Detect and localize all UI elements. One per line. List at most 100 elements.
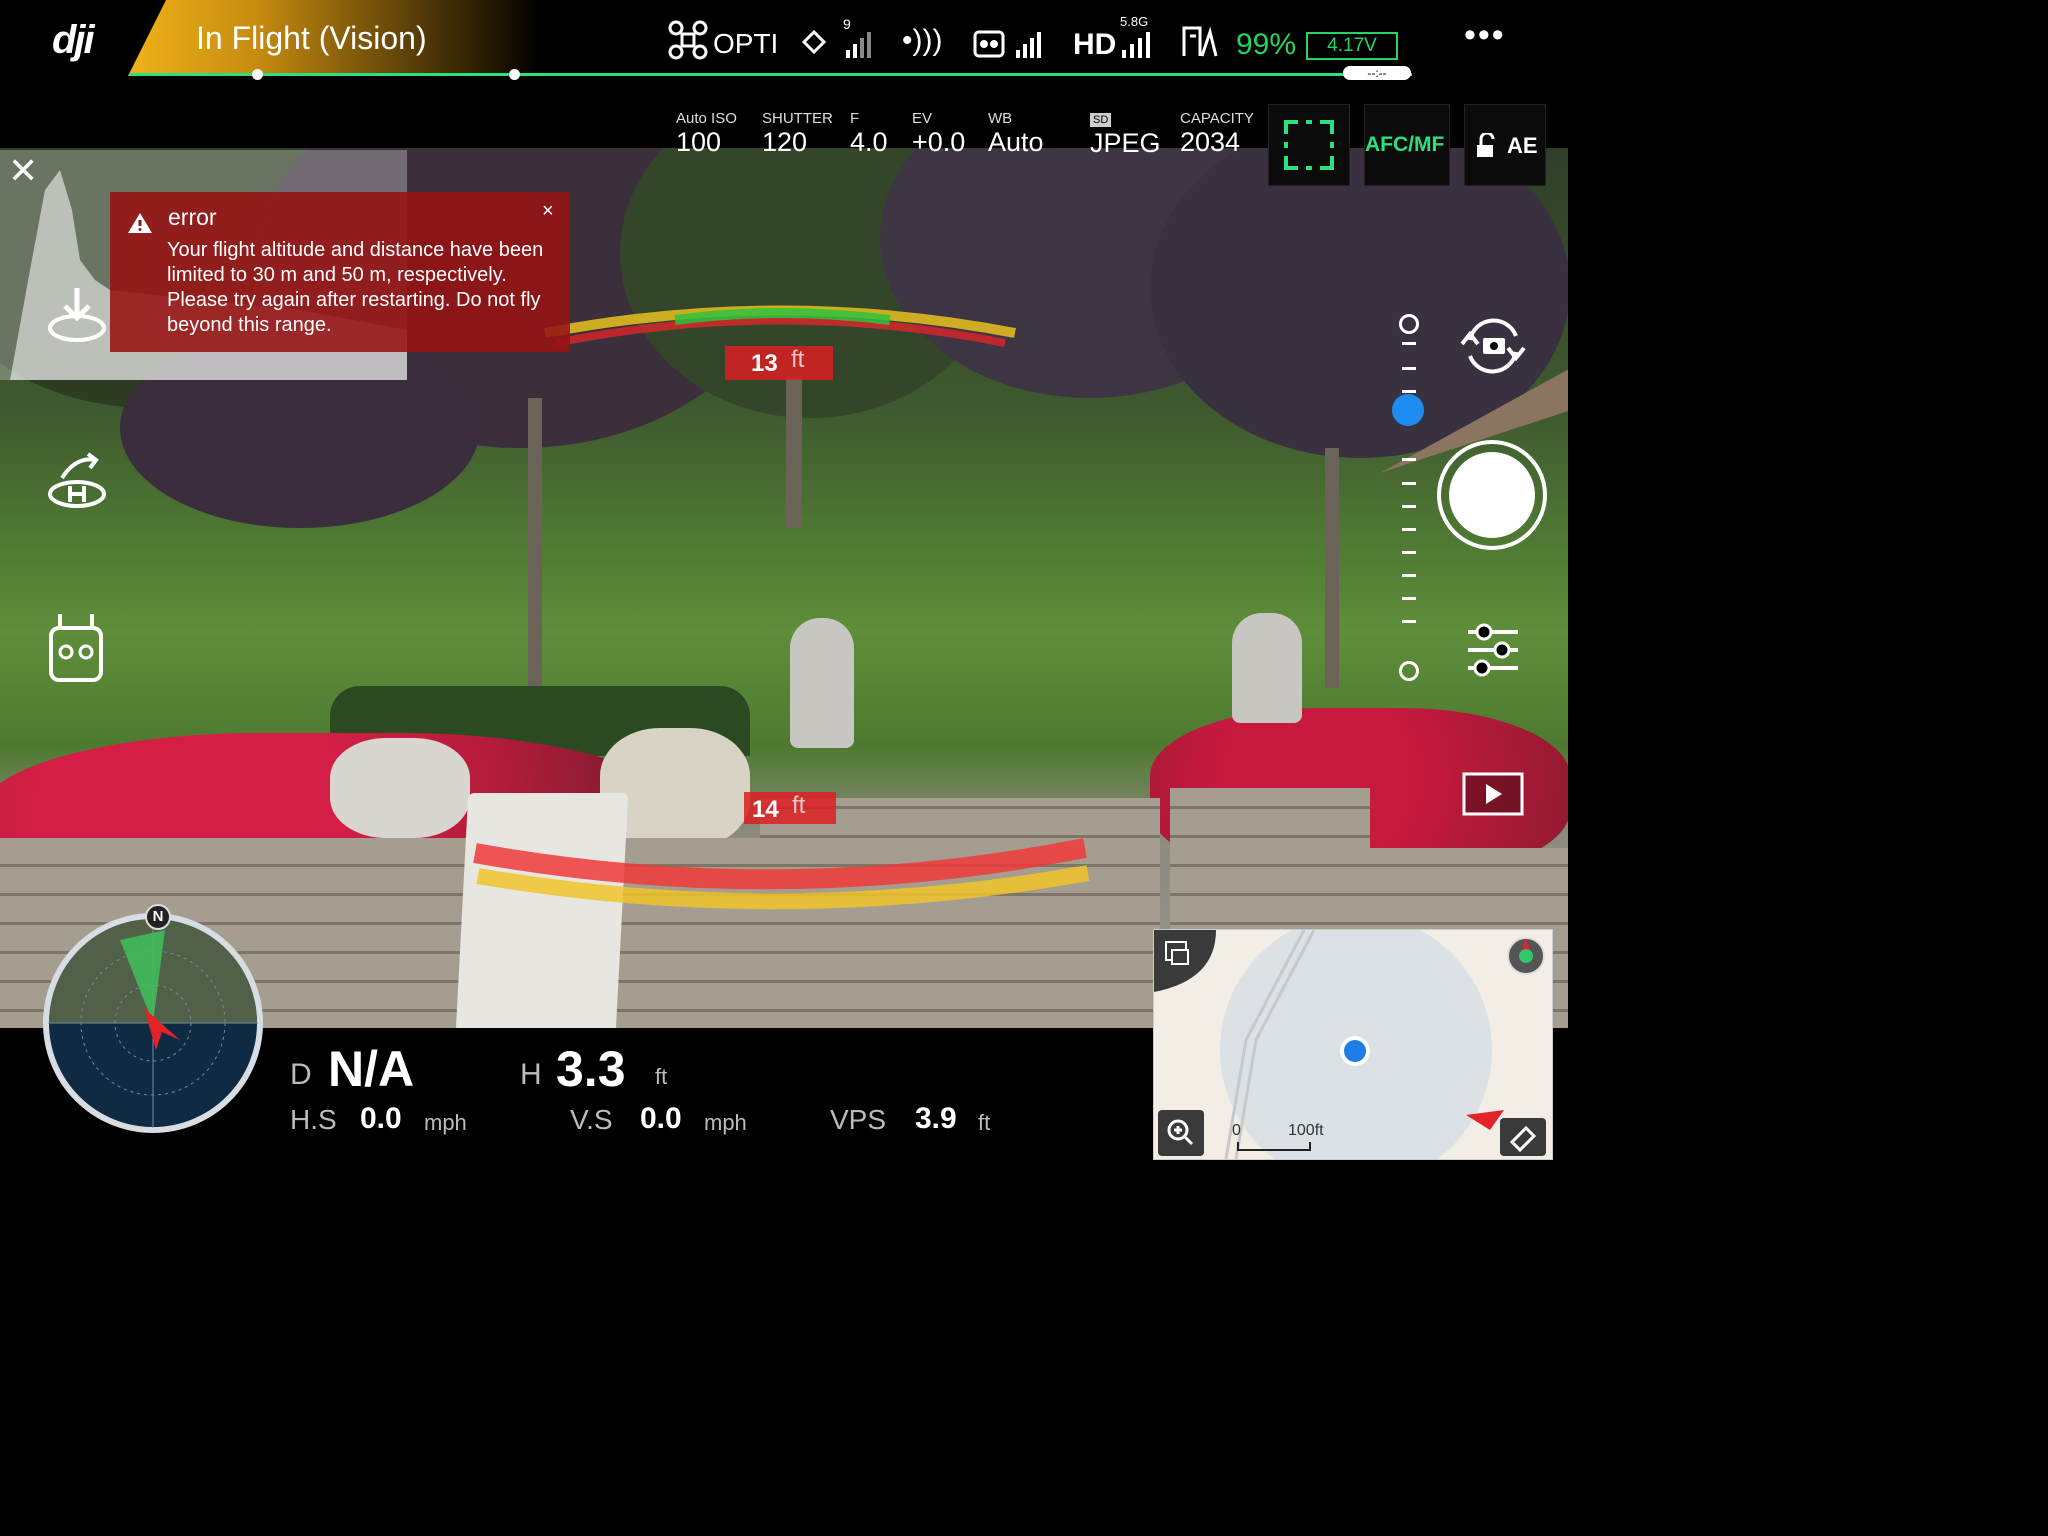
slider-tick xyxy=(1402,367,1416,370)
battery-marker xyxy=(509,69,520,80)
drone-icon xyxy=(668,20,708,60)
ev-param[interactable]: EV +0.0 xyxy=(912,110,965,158)
photo-video-switch-icon[interactable] xyxy=(1458,316,1528,376)
obstacle-unit: ft xyxy=(792,792,806,819)
flight-mode-label: In Flight (Vision) xyxy=(196,20,427,56)
map-scale-label: 100ft xyxy=(1288,1122,1324,1139)
vps-label: VPS xyxy=(830,1104,887,1135)
height-label: H xyxy=(520,1058,542,1091)
camera-settings-icon[interactable] xyxy=(1466,622,1520,678)
slider-tick xyxy=(1402,390,1416,393)
warning-icon xyxy=(128,213,152,233)
shutter-button[interactable] xyxy=(1437,440,1547,550)
playback-icon[interactable] xyxy=(1462,772,1524,816)
obstacle-unit: ft xyxy=(791,346,805,373)
horizontal-speed-label: H.S xyxy=(290,1104,337,1135)
vision-positioning-icon[interactable]: •))) xyxy=(902,24,942,58)
dji-logo[interactable]: dji xyxy=(52,18,95,63)
focus-mode-button[interactable] xyxy=(1268,104,1350,186)
error-notification[interactable]: error × Your flight altitude and distanc… xyxy=(110,192,570,352)
close-histogram-icon[interactable]: ✕ xyxy=(8,150,38,192)
param-label: WB xyxy=(988,110,1013,127)
hd-band: 5.8G xyxy=(1120,14,1149,29)
gimbal-slider[interactable] xyxy=(1392,314,1424,681)
mini-map[interactable]: 0 100ft xyxy=(1153,929,1553,1160)
format-param[interactable]: SD JPEG xyxy=(1090,110,1161,159)
param-value: 100 xyxy=(676,127,722,157)
param-value: 120 xyxy=(762,127,808,157)
capacity-param[interactable]: CAPACITY 2034 xyxy=(1180,110,1254,158)
shutter-button-inner xyxy=(1449,452,1535,538)
more-menu-button[interactable]: ••• xyxy=(1464,16,1506,55)
map-scale-zero: 0 xyxy=(1232,1122,1241,1139)
slider-tick xyxy=(1402,482,1416,485)
slider-thumb[interactable] xyxy=(1392,394,1424,426)
horizontal-speed-value: 0.0 xyxy=(360,1102,402,1135)
sd-card-icon: SD xyxy=(1090,113,1112,127)
obstacle-value: 13 xyxy=(751,350,778,377)
gps-icon[interactable] xyxy=(800,22,880,60)
ae-lock-button[interactable]: AE xyxy=(1464,104,1546,186)
height-unit: ft xyxy=(655,1064,668,1089)
compass-radar[interactable] xyxy=(40,900,270,1140)
param-label: EV xyxy=(912,110,933,127)
distance-label: D xyxy=(290,1058,312,1091)
battery-voltage: 4.17V xyxy=(1306,32,1398,60)
shutter-param[interactable]: SHUTTER 120 xyxy=(762,110,833,158)
aperture-param[interactable]: F 4.0 xyxy=(850,110,888,158)
wb-param[interactable]: WB Auto xyxy=(988,110,1044,158)
north-indicator: N xyxy=(145,904,171,930)
slider-tick xyxy=(1402,458,1416,461)
battery-icon[interactable] xyxy=(1180,22,1220,60)
battery-marker xyxy=(252,69,263,80)
hd-signal-icon[interactable] xyxy=(1120,30,1160,58)
map-graphic xyxy=(1154,930,1546,1159)
unlock-icon xyxy=(1477,133,1495,157)
param-value: Auto xyxy=(988,127,1044,157)
param-value: 2034 xyxy=(1180,127,1241,157)
param-label: CAPACITY xyxy=(1180,110,1254,127)
iso-param[interactable]: Auto ISO 100 xyxy=(676,110,737,158)
return-home-icon[interactable] xyxy=(46,452,108,512)
remote-signal-icon[interactable] xyxy=(972,22,1052,60)
height-value: 3.3 xyxy=(556,1041,626,1097)
battery-progress-line xyxy=(130,73,1412,76)
vps-value: 3.9 xyxy=(915,1102,957,1135)
battery-percent: 99% xyxy=(1236,28,1297,61)
param-label: F xyxy=(850,110,860,127)
param-value: +0.0 xyxy=(912,127,966,157)
auto-takeoff-icon[interactable] xyxy=(46,284,108,344)
error-title: error xyxy=(168,204,217,230)
param-value: 4.0 xyxy=(850,127,888,157)
obstacle-value: 14 xyxy=(752,796,779,823)
slider-top-end xyxy=(1399,314,1419,334)
horizontal-speed-unit: mph xyxy=(424,1110,467,1135)
slider-tick xyxy=(1402,574,1416,577)
gps-count: 9 xyxy=(843,16,851,32)
afc-mf-button[interactable]: AFC/MF xyxy=(1364,104,1450,186)
slider-tick xyxy=(1402,528,1416,531)
flight-timer: --:-- xyxy=(1343,66,1411,80)
param-label: Auto ISO xyxy=(676,110,737,127)
slider-tick xyxy=(1402,551,1416,554)
vps-unit: ft xyxy=(978,1110,991,1135)
error-close-button[interactable]: × xyxy=(542,200,554,223)
vertical-speed-value: 0.0 xyxy=(640,1102,682,1135)
slider-tick xyxy=(1402,620,1416,623)
remote-controller-icon[interactable] xyxy=(48,612,104,684)
focus-frame-icon xyxy=(1284,120,1334,170)
param-value: JPEG xyxy=(1090,128,1161,158)
vertical-speed-label: V.S xyxy=(570,1104,613,1135)
slider-bottom-end xyxy=(1399,661,1419,681)
hd-label: HD xyxy=(1073,28,1117,61)
drone-mode-label: OPTI xyxy=(713,28,779,59)
param-label: SHUTTER xyxy=(762,110,833,127)
distance-value: N/A xyxy=(328,1041,415,1097)
slider-tick xyxy=(1402,597,1416,600)
afc-mf-label: AFC/MF xyxy=(1365,133,1445,156)
slider-tick xyxy=(1402,342,1416,345)
obstacle-distance-upper: 13 ft xyxy=(725,346,833,380)
obstacle-distance-lower: 14 ft xyxy=(744,792,836,824)
vertical-speed-unit: mph xyxy=(704,1110,747,1135)
slider-tick xyxy=(1402,505,1416,508)
